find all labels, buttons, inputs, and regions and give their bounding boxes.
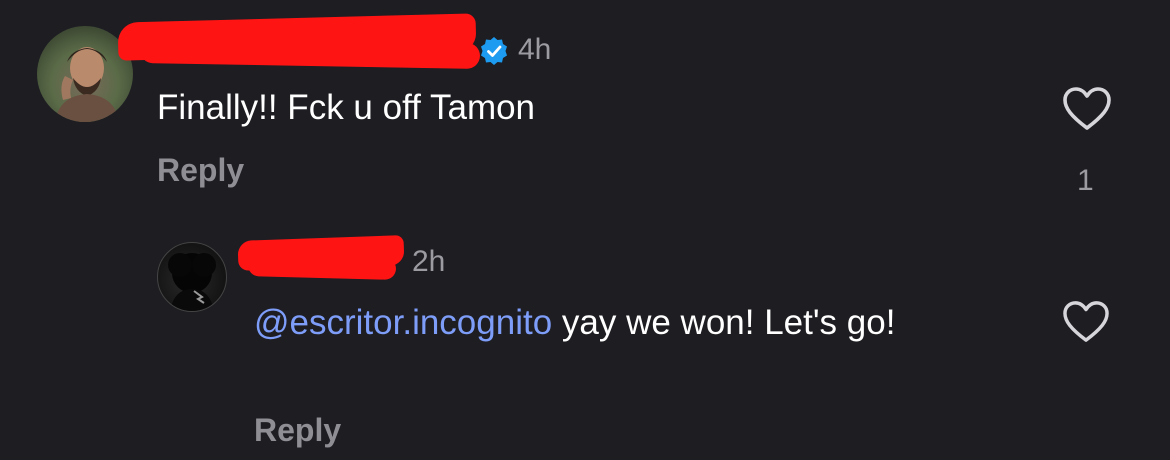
avatar[interactable] (157, 242, 227, 312)
heart-icon[interactable] (1061, 300, 1111, 349)
mention-link[interactable]: @escritor.incognito (254, 303, 552, 342)
reply-button[interactable]: Reply (254, 412, 341, 449)
comment-text: @escritor.incognito yay we won! Let's go… (254, 299, 1014, 347)
timestamp: 2h (412, 245, 446, 278)
comment-text-body: yay we won! Let's go! (552, 303, 896, 342)
verified-badge-icon (479, 36, 509, 71)
redacted-username (247, 254, 397, 280)
comment-text: Finally!! Fck u off Tamon (157, 88, 536, 127)
reply-button[interactable]: Reply (157, 152, 244, 189)
avatar-photo (168, 253, 216, 311)
timestamp: 4h (518, 33, 552, 66)
like-count: 1 (1077, 164, 1094, 197)
heart-icon[interactable] (1061, 86, 1113, 137)
redacted-username (139, 37, 481, 69)
